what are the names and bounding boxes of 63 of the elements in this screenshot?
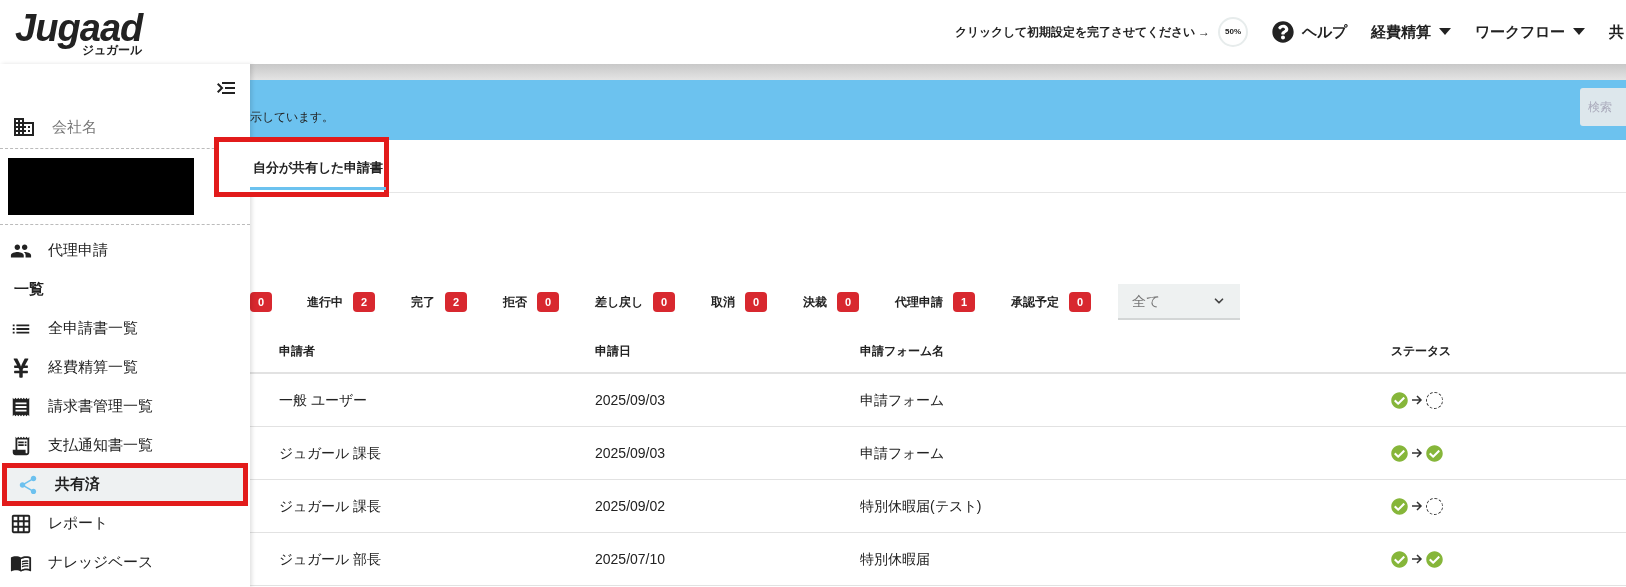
building-icon [12,115,36,139]
arrow-icon [1411,554,1423,564]
table-cell-text: ジュガール 課長 [278,496,381,516]
sidebar-item[interactable]: 請求書管理一覧 [0,387,250,426]
table-cell-text: 2025/09/03 [595,443,666,463]
status-select[interactable]: 全て [1118,284,1240,320]
filter-label: 取消 [711,294,735,311]
banner-text: 示しています。 [250,109,334,126]
table-cell-text: ジュガール 課長 [278,443,381,463]
column-header: 申請日 [595,342,632,360]
table-cell-text: 特別休暇届 [860,549,930,569]
logo[interactable]: Jugaad ジュガール [15,8,143,56]
table-cell-text: 一般 ユーザー [278,390,367,410]
filter-label: 差し戻し [595,294,643,311]
share-icon [17,473,39,496]
grid-icon [10,512,32,535]
count-badge[interactable]: 2 [353,292,375,312]
sidebar-item[interactable]: 経費精算一覧 [0,348,250,387]
company-label: 会社名 [52,116,97,137]
nav-menu[interactable]: ワークフロー [1475,20,1585,44]
section-header: 一覧 [13,279,45,300]
sidebar-item[interactable]: 共有済 [7,468,243,501]
arrow-icon [1411,448,1423,458]
table-cell-text: ジュガール 部長 [278,549,381,569]
nav-menu[interactable]: 経費精算 [1371,20,1451,44]
filter-label: 決裁 [803,294,827,311]
count-badge[interactable]: 1 [953,292,975,312]
count-badge[interactable]: 2 [445,292,467,312]
sidebar-item[interactable]: 代理申請 [0,231,250,270]
column-header: ステータス [1391,342,1452,360]
nav-menu[interactable]: 共 [1609,20,1624,44]
sidebar-item[interactable]: 全申請書一覧 [0,309,250,348]
table-cell-text: 申請フォーム [860,390,944,410]
table-cell-text: 2025/09/03 [595,390,666,410]
column-header: 申請フォーム名 [860,342,945,360]
count-badge[interactable]: 0 [537,292,559,312]
sidebar-item[interactable]: レポート [0,504,250,543]
help-icon [1272,21,1294,43]
caret-icon [1439,28,1451,36]
count-badge[interactable]: 0 [745,292,767,312]
filter-label: 進行中 [307,294,343,311]
table-cell-text: 2025/09/02 [595,496,666,516]
table-cell-text: 申請フォーム [860,443,944,463]
table-cell-text: 特別休暇届(テスト) [860,496,982,516]
column-header: 申請者 [278,342,316,360]
setup-link[interactable]: クリックして初期設定を完了させてください → 50% [954,17,1248,47]
count-badge[interactable]: 0 [250,292,272,312]
help-link[interactable]: ヘルプ [1272,20,1347,44]
filter-label: 代理申請 [895,294,943,311]
arrow-icon [1411,395,1423,405]
filter-label: 拒否 [503,294,527,311]
arrow-icon [1411,501,1423,511]
count-badge[interactable]: 0 [653,292,675,312]
receipt-icon [10,395,32,418]
document-icon [10,434,32,457]
sidebar-item[interactable]: ナレッジベース [0,543,250,582]
count-badge[interactable]: 0 [837,292,859,312]
filter-label: 承認予定 [1011,294,1059,311]
caret-icon [1573,28,1585,36]
count-badge[interactable]: 0 [1069,292,1091,312]
sidebar-item[interactable]: 支払通知書一覧 [0,426,250,465]
table-cell-text: 2025/07/10 [595,549,666,569]
filter-label: 完了 [411,294,435,311]
